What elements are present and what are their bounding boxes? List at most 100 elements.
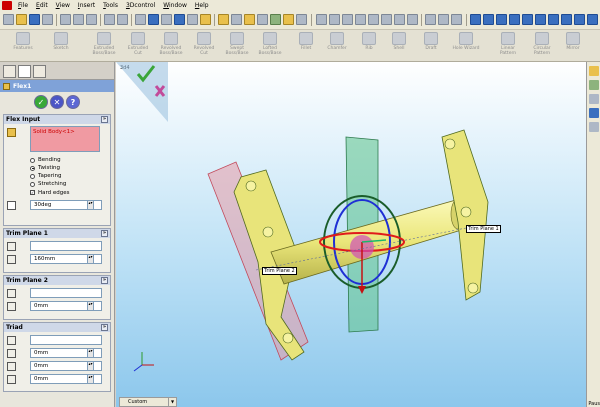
bodies-selection-box[interactable]: Solid Body<1> <box>30 126 100 152</box>
file-explorer-icon[interactable] <box>589 94 599 104</box>
collapse-icon[interactable]: » <box>101 277 108 284</box>
view-palette-icon[interactable] <box>589 122 599 132</box>
menu-window[interactable]: Window <box>159 0 191 11</box>
collapse-icon[interactable]: » <box>101 230 108 237</box>
option-stretching[interactable]: Stretching <box>30 180 108 188</box>
smart-dim-icon[interactable] <box>231 14 242 25</box>
fillet-button[interactable]: Fillet <box>294 32 318 51</box>
menu-edit[interactable]: Edit <box>32 0 52 11</box>
menu-tools[interactable]: Tools <box>99 0 122 11</box>
grid-icon[interactable] <box>187 14 198 25</box>
origin-icon[interactable] <box>316 14 327 25</box>
rotate-icon[interactable] <box>438 14 449 25</box>
features-toggle-button[interactable]: Features <box>6 32 40 51</box>
ok-button[interactable]: ✓ <box>34 95 48 109</box>
extruded-cut-button[interactable]: Extruded Cut <box>124 32 152 56</box>
move-icon[interactable] <box>425 14 436 25</box>
chamfer-button[interactable]: Chamfer <box>324 32 350 51</box>
rib-button[interactable]: Rib <box>358 32 380 51</box>
search-icon[interactable] <box>589 108 599 118</box>
design-library-icon[interactable] <box>589 80 599 90</box>
menu-3dcontrol[interactable]: 3Dcontrol <box>122 0 159 11</box>
grid2-icon[interactable] <box>296 14 307 25</box>
previous-view-icon[interactable] <box>522 14 533 25</box>
option-twisting[interactable]: Twisting <box>30 164 108 172</box>
open-icon[interactable] <box>16 14 27 25</box>
point-icon[interactable] <box>355 14 366 25</box>
zoom-fit-icon[interactable] <box>470 14 481 25</box>
new-icon[interactable] <box>3 14 14 25</box>
paste-icon[interactable] <box>86 14 97 25</box>
hole-wizard-button[interactable]: Hole Wizard <box>448 32 484 51</box>
select-icon[interactable] <box>135 14 146 25</box>
sketch-view-icon[interactable] <box>368 14 379 25</box>
circular-pattern-button[interactable]: Circular Pattern <box>526 32 558 56</box>
menu-view[interactable]: View <box>52 0 74 11</box>
lofted-boss-button[interactable]: Lofted Boss/Base <box>256 32 284 56</box>
help-icon[interactable] <box>283 14 294 25</box>
trim-plane-2-reference-input[interactable] <box>30 288 102 298</box>
tab-feature-tree[interactable] <box>3 65 16 78</box>
folder-icon[interactable] <box>244 14 255 25</box>
triad-x-spinner[interactable]: ▴▾ <box>87 348 94 358</box>
view-orientation-dropdown[interactable]: Custom ▼ <box>119 397 177 407</box>
trim-plane-1-header[interactable]: Trim Plane 1 » <box>4 229 110 238</box>
tab-property-manager[interactable] <box>18 65 31 78</box>
option-bending[interactable]: Bending <box>30 156 108 164</box>
cancel-button[interactable]: ✕ <box>50 95 64 109</box>
zoom-area-icon[interactable] <box>483 14 494 25</box>
collapse-icon[interactable]: » <box>101 324 108 331</box>
view-orientation-icon[interactable] <box>561 14 572 25</box>
note-icon[interactable] <box>218 14 229 25</box>
save-icon[interactable] <box>29 14 40 25</box>
shell-button[interactable]: Shell <box>388 32 410 51</box>
swept-boss-button[interactable]: Swept Boss/Base <box>223 32 251 56</box>
trim-plane-2-spinner[interactable]: ▴▾ <box>87 301 94 311</box>
trim-plane-2-label[interactable]: Trim Plane 2 <box>262 267 297 275</box>
revolved-boss-button[interactable]: Revolved Boss/Base <box>157 32 185 56</box>
option-tapering[interactable]: Tapering <box>30 172 108 180</box>
trim-plane-2-header[interactable]: Trim Plane 2 » <box>4 276 110 285</box>
collapse-icon[interactable]: » <box>101 116 108 123</box>
menu-file[interactable]: File <box>14 0 32 11</box>
trim-plane-1-reference-input[interactable] <box>30 241 102 251</box>
temp-axis-icon[interactable] <box>381 14 392 25</box>
extruded-boss-button[interactable]: Extruded Boss/Base <box>90 32 118 56</box>
select-other-icon[interactable] <box>148 14 159 25</box>
rotate-view-icon[interactable] <box>535 14 546 25</box>
tip-icon[interactable] <box>200 14 211 25</box>
measure-icon[interactable] <box>257 14 268 25</box>
rebuild-icon[interactable] <box>161 14 172 25</box>
triad-reference-input[interactable] <box>30 335 102 345</box>
key-icon[interactable] <box>394 14 405 25</box>
revolved-cut-button[interactable]: Revolved Cut <box>190 32 218 56</box>
tab-configuration-manager[interactable] <box>33 65 46 78</box>
flex-input-header[interactable]: Flex Input » <box>4 115 110 124</box>
mirror-button[interactable]: Mirror <box>561 32 585 51</box>
curve-icon[interactable] <box>407 14 418 25</box>
options-icon[interactable] <box>174 14 185 25</box>
print-icon[interactable] <box>42 14 53 25</box>
help-button[interactable]: ? <box>66 95 80 109</box>
plane-icon[interactable] <box>342 14 353 25</box>
zoom-in-out-icon[interactable] <box>496 14 507 25</box>
model-viewport[interactable] <box>116 62 586 407</box>
triad-z-spinner[interactable]: ▴▾ <box>87 374 94 384</box>
angle-spinner[interactable]: ▴▾ <box>87 200 94 210</box>
cut-icon[interactable] <box>60 14 71 25</box>
draft-button[interactable]: Draft <box>420 32 442 51</box>
undo-icon[interactable] <box>104 14 115 25</box>
hard-edges-checkbox[interactable]: ✓ Hard edges <box>30 188 108 197</box>
triad-y-spinner[interactable]: ▴▾ <box>87 361 94 371</box>
camera-icon[interactable] <box>270 14 281 25</box>
pan-view-icon[interactable] <box>548 14 559 25</box>
sketch-toggle-button[interactable]: Sketch <box>46 32 76 51</box>
zoom-selection-icon[interactable] <box>509 14 520 25</box>
graphics-area[interactable]: 3d4 Trim Plane 1 Trim Plane 2 Custom ▼ <box>116 62 586 407</box>
redo-icon[interactable] <box>117 14 128 25</box>
display-style-icon[interactable] <box>574 14 585 25</box>
linear-pattern-button[interactable]: Linear Pattern <box>493 32 523 56</box>
triad-header[interactable]: Triad » <box>4 323 110 332</box>
axis-icon[interactable] <box>329 14 340 25</box>
section-view-icon[interactable] <box>587 14 598 25</box>
